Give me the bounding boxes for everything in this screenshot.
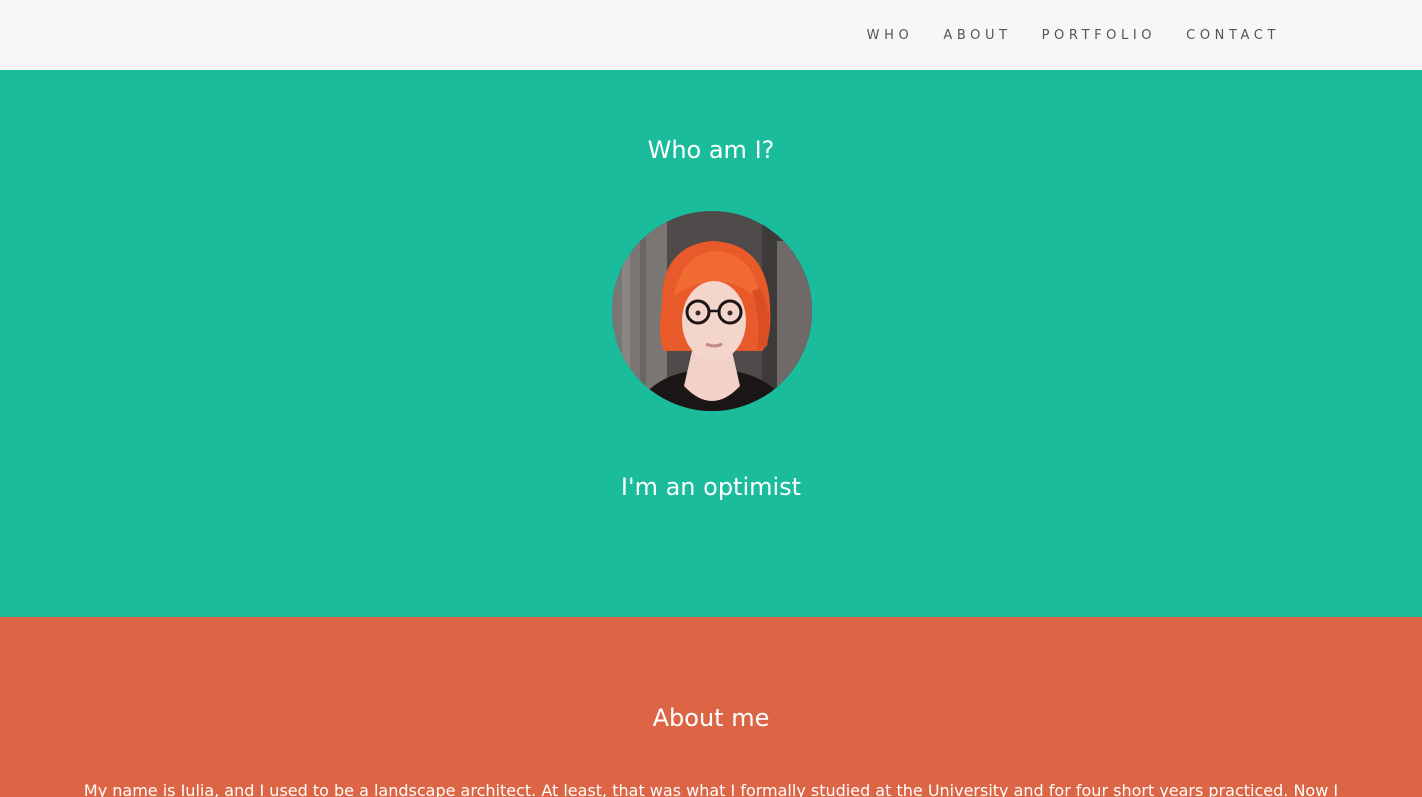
avatar	[612, 211, 812, 411]
about-section: About me My name is Iulia, and I used to…	[0, 617, 1422, 797]
about-text: My name is Iulia, and I used to be a lan…	[83, 781, 1339, 797]
nav-menu: WHO ABOUT PORTFOLIO CONTACT	[867, 0, 1280, 70]
who-title: Who am I?	[647, 136, 775, 164]
tagline: I'm an optimist	[620, 473, 802, 501]
about-title: About me	[652, 704, 770, 732]
navbar: WHO ABOUT PORTFOLIO CONTACT	[0, 0, 1422, 70]
who-section: Who am I? I'm an optimist	[0, 70, 1422, 617]
nav-link-about[interactable]: ABOUT	[943, 28, 1011, 43]
nav-link-who[interactable]: WHO	[867, 28, 914, 43]
profile-photo-icon	[612, 211, 812, 411]
nav-link-portfolio[interactable]: PORTFOLIO	[1042, 28, 1157, 43]
nav-link-contact[interactable]: CONTACT	[1186, 28, 1280, 43]
